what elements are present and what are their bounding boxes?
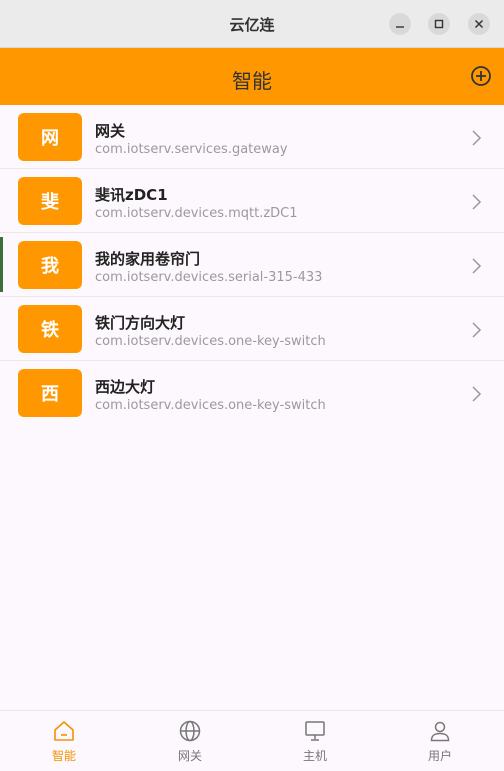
device-id: com.iotserv.devices.serial-315-433 xyxy=(95,270,323,285)
device-badge: 网 xyxy=(18,113,82,161)
close-icon xyxy=(474,19,484,29)
device-id: com.iotserv.devices.one-key-switch xyxy=(95,398,326,413)
maximize-button[interactable] xyxy=(428,13,450,35)
device-item-rolling-door[interactable]: 我 我的家用卷帘门 com.iotserv.devices.serial-315… xyxy=(0,233,504,297)
device-id: com.iotserv.devices.one-key-switch xyxy=(95,334,326,349)
maximize-icon xyxy=(434,19,444,29)
device-item-west-light[interactable]: 西 西边大灯 com.iotserv.devices.one-key-switc… xyxy=(0,361,504,425)
monitor-icon xyxy=(305,721,325,741)
chevron-right-icon xyxy=(472,386,482,402)
close-button[interactable] xyxy=(468,13,490,35)
device-name: 我的家用卷帘门 xyxy=(95,250,201,268)
minimize-icon xyxy=(396,26,404,28)
nav-label: 网关 xyxy=(177,749,202,763)
bottom-navigation: 智能 网关 主机 用户 xyxy=(0,710,504,771)
device-badge: 西 xyxy=(18,369,82,417)
nav-label: 用户 xyxy=(427,749,452,763)
page-title: 智能 xyxy=(232,69,272,93)
nav-tab-user[interactable]: 用户 xyxy=(377,711,503,771)
device-item-zdc1[interactable]: 斐 斐讯zDC1 com.iotserv.devices.mqtt.zDC1 xyxy=(0,169,504,233)
nav-label: 主机 xyxy=(302,749,327,763)
chevron-right-icon xyxy=(472,194,482,210)
nav-tab-gateway[interactable]: 网关 xyxy=(127,711,253,771)
device-badge: 铁 xyxy=(18,305,82,353)
nav-tab-host[interactable]: 主机 xyxy=(252,711,378,771)
device-name: 斐讯zDC1 xyxy=(95,186,168,204)
device-name: 网关 xyxy=(95,122,126,140)
device-list: 网 网关 com.iotserv.services.gateway 斐 斐讯zD… xyxy=(0,105,504,425)
app-header: 智能 xyxy=(0,48,504,105)
title-bar: 云亿连 xyxy=(0,0,504,48)
chevron-right-icon xyxy=(472,130,482,146)
device-item-gateway[interactable]: 网 网关 com.iotserv.services.gateway xyxy=(0,105,504,169)
device-item-iron-gate-light[interactable]: 铁 铁门方向大灯 com.iotserv.devices.one-key-swi… xyxy=(0,297,504,361)
device-name: 西边大灯 xyxy=(95,378,156,396)
device-badge: 斐 xyxy=(18,177,82,225)
device-badge: 我 xyxy=(18,241,82,289)
minimize-button[interactable] xyxy=(389,13,411,35)
chevron-right-icon xyxy=(472,322,482,338)
device-id: com.iotserv.services.gateway xyxy=(95,142,288,157)
home-icon xyxy=(54,721,74,741)
user-icon xyxy=(430,721,450,742)
chevron-right-icon xyxy=(472,258,482,274)
globe-icon xyxy=(179,720,201,742)
nav-tab-smart[interactable]: 智能 xyxy=(1,711,127,771)
app-window: 云亿连 智能 网 网关 com.iotserv.services.gateway… xyxy=(0,0,504,771)
plus-circle-icon[interactable] xyxy=(470,65,492,87)
device-id: com.iotserv.devices.mqtt.zDC1 xyxy=(95,206,298,221)
device-name: 铁门方向大灯 xyxy=(95,314,186,332)
nav-label: 智能 xyxy=(51,749,76,763)
